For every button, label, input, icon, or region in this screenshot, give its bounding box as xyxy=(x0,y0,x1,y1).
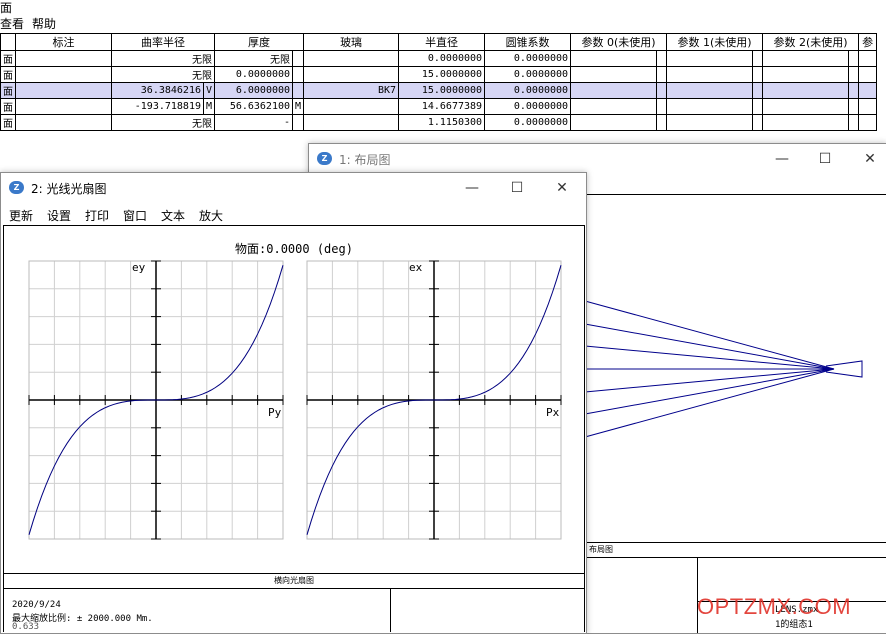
ray-line xyxy=(584,345,835,370)
cell-semi[interactable]: 0.0000000 xyxy=(398,50,486,67)
menu-window[interactable]: 窗口 xyxy=(123,207,147,224)
cell-semi[interactable]: 14.6677389 xyxy=(398,98,486,115)
lens-data-table: 标注 曲率半径 厚度 玻璃 半直径 圆锥系数 参数 0(未使用) 参数 1(未使… xyxy=(0,33,878,131)
main-menubar: 面 查看 帮助 xyxy=(0,1,886,33)
maximize-icon[interactable]: ☐ xyxy=(810,148,840,170)
right-xlabel: Px xyxy=(546,406,560,419)
cell-radius[interactable]: -193.718819 xyxy=(111,98,204,115)
table-row-selected[interactable]: 面 36.3846216 V 6.0000000 BK7 15.0000000 … xyxy=(0,82,878,99)
watermark: OPTZMX.COM xyxy=(697,594,852,619)
fan-date: 2020/9/24 xyxy=(12,600,61,610)
left-plot xyxy=(28,260,284,540)
ray-line xyxy=(584,368,835,393)
row-label: 面 xyxy=(0,50,16,67)
zemax-app-icon: Z xyxy=(9,181,24,194)
right-plot xyxy=(306,260,562,540)
col-radius[interactable]: 曲率半径 xyxy=(110,33,216,51)
cell-radius[interactable]: 无限 xyxy=(110,114,216,131)
menu-update[interactable]: 更新 xyxy=(9,207,33,224)
maximize-icon[interactable]: ☐ xyxy=(502,177,532,199)
close-icon[interactable]: ✕ xyxy=(855,148,885,170)
close-icon[interactable]: ✕ xyxy=(547,177,577,199)
cell-thickness[interactable]: 56.6362100 xyxy=(214,98,294,115)
fan-footer-box: 2020/9/24 最大缩放比例: ± 2000.000 Μm. 0.633 xyxy=(3,588,585,632)
fan-plot-area: 物面:0.0000 (deg) ey Py ex Px xyxy=(3,225,585,574)
cell-conic[interactable]: 0.0000000 xyxy=(484,66,572,83)
col-glass[interactable]: 玻璃 xyxy=(303,33,400,51)
fan-footer-divider xyxy=(390,588,391,632)
fan-titlebar[interactable]: Z 2: 光线光扇图 — ☐ ✕ xyxy=(1,173,586,203)
fan-svg xyxy=(28,260,562,540)
layout-window-title: 1: 布局图 xyxy=(339,153,391,167)
cell-glass[interactable] xyxy=(303,66,400,83)
right-ylabel: ex xyxy=(409,261,423,274)
cell-semi[interactable]: 1.1150300 xyxy=(398,114,486,131)
cell-conic[interactable]: 0.0000000 xyxy=(484,82,572,99)
cell-glass[interactable] xyxy=(303,98,400,115)
row-label: 面 xyxy=(0,82,16,99)
ray-line xyxy=(584,323,835,370)
minimize-icon[interactable]: — xyxy=(767,148,797,170)
cell-thickness-flag[interactable]: M xyxy=(292,98,305,115)
cell-radius[interactable]: 无限 xyxy=(110,50,216,67)
fan-menubar: 更新 设置 打印 窗口 文本 放大 xyxy=(1,203,586,225)
minimize-icon[interactable]: — xyxy=(457,177,487,199)
ray-line xyxy=(584,368,835,438)
fan-footer-label: 横向光扇图 xyxy=(274,576,314,585)
zemax-app-icon: Z xyxy=(317,152,332,165)
cell-radius[interactable]: 36.3846216 xyxy=(111,82,204,99)
left-ylabel: ey xyxy=(132,261,146,274)
table-row[interactable]: 面 无限 无限 0.0000000 0.0000000 xyxy=(0,50,878,67)
layout-footer-label-bar: 布局图 xyxy=(585,542,886,558)
ray-line xyxy=(584,368,835,415)
cell-conic[interactable]: 0.0000000 xyxy=(484,50,572,67)
layout-titlebar[interactable]: Z 1: 布局图 — ☐ ✕ xyxy=(309,144,886,174)
menu-text[interactable]: 文本 xyxy=(161,207,185,224)
col-param2[interactable]: 参数 2(未使用) xyxy=(762,33,860,51)
table-header-row: 标注 曲率半径 厚度 玻璃 半直径 圆锥系数 参数 0(未使用) 参数 1(未使… xyxy=(0,33,878,51)
cell-glass[interactable] xyxy=(303,114,400,131)
ray-bundle xyxy=(584,300,863,438)
ray-line xyxy=(584,300,835,370)
row-label: 面 xyxy=(0,114,16,131)
table-row[interactable]: 面 -193.718819 M 56.6362100 M 14.6677389 … xyxy=(0,98,878,115)
col-param1[interactable]: 参数 1(未使用) xyxy=(666,33,764,51)
cell-semi[interactable]: 15.0000000 xyxy=(398,66,486,83)
fan-window-title: 2: 光线光扇图 xyxy=(31,182,107,196)
cell-thickness[interactable]: - xyxy=(214,114,294,131)
menu-help[interactable]: 帮助 xyxy=(32,15,56,32)
cell-glass[interactable] xyxy=(303,50,400,67)
menu-settings[interactable]: 设置 xyxy=(47,207,71,224)
cell-radius[interactable]: 无限 xyxy=(110,66,216,83)
col-param0[interactable]: 参数 0(未使用) xyxy=(570,33,668,51)
row-label: 面 xyxy=(0,66,16,83)
ray-fan-window[interactable]: Z 2: 光线光扇图 — ☐ ✕ 更新 设置 打印 窗口 文本 放大 物面:0.… xyxy=(0,172,587,634)
cell-thickness[interactable]: 无限 xyxy=(214,50,294,67)
col-param3[interactable]: 参 xyxy=(858,33,878,51)
col-semi-diameter[interactable]: 半直径 xyxy=(398,33,486,51)
cell-radius-flag[interactable]: V xyxy=(202,82,216,99)
fan-wavelength: 0.633 xyxy=(12,622,40,632)
menu-prefix: 面 xyxy=(0,1,13,15)
cell-thickness[interactable]: 6.0000000 xyxy=(214,82,294,99)
layout-footer-label: 布局图 xyxy=(589,545,613,554)
menu-view[interactable]: 查看 xyxy=(0,15,24,32)
table-row[interactable]: 面 无限 0.0000000 15.0000000 0.0000000 xyxy=(0,66,878,83)
menu-print[interactable]: 打印 xyxy=(85,207,109,224)
row-label: 面 xyxy=(0,98,16,115)
table-row[interactable]: 面 无限 - 1.1150300 0.0000000 xyxy=(0,114,878,131)
left-xlabel: Py xyxy=(268,406,282,419)
col-conic[interactable]: 圆锥系数 xyxy=(484,33,572,51)
menu-zoom[interactable]: 放大 xyxy=(199,207,223,224)
col-thickness[interactable]: 厚度 xyxy=(214,33,305,51)
cell-conic[interactable]: 0.0000000 xyxy=(484,98,572,115)
cell-thickness[interactable]: 0.0000000 xyxy=(214,66,294,83)
fan-footer-label-bar: 横向光扇图 xyxy=(3,573,585,589)
cell-glass[interactable]: BK7 xyxy=(303,82,400,99)
cell-semi[interactable]: 15.0000000 xyxy=(398,82,486,99)
cell-radius-flag[interactable]: M xyxy=(202,98,216,115)
col-comment[interactable]: 标注 xyxy=(15,33,112,51)
cell-conic[interactable]: 0.0000000 xyxy=(484,114,572,131)
